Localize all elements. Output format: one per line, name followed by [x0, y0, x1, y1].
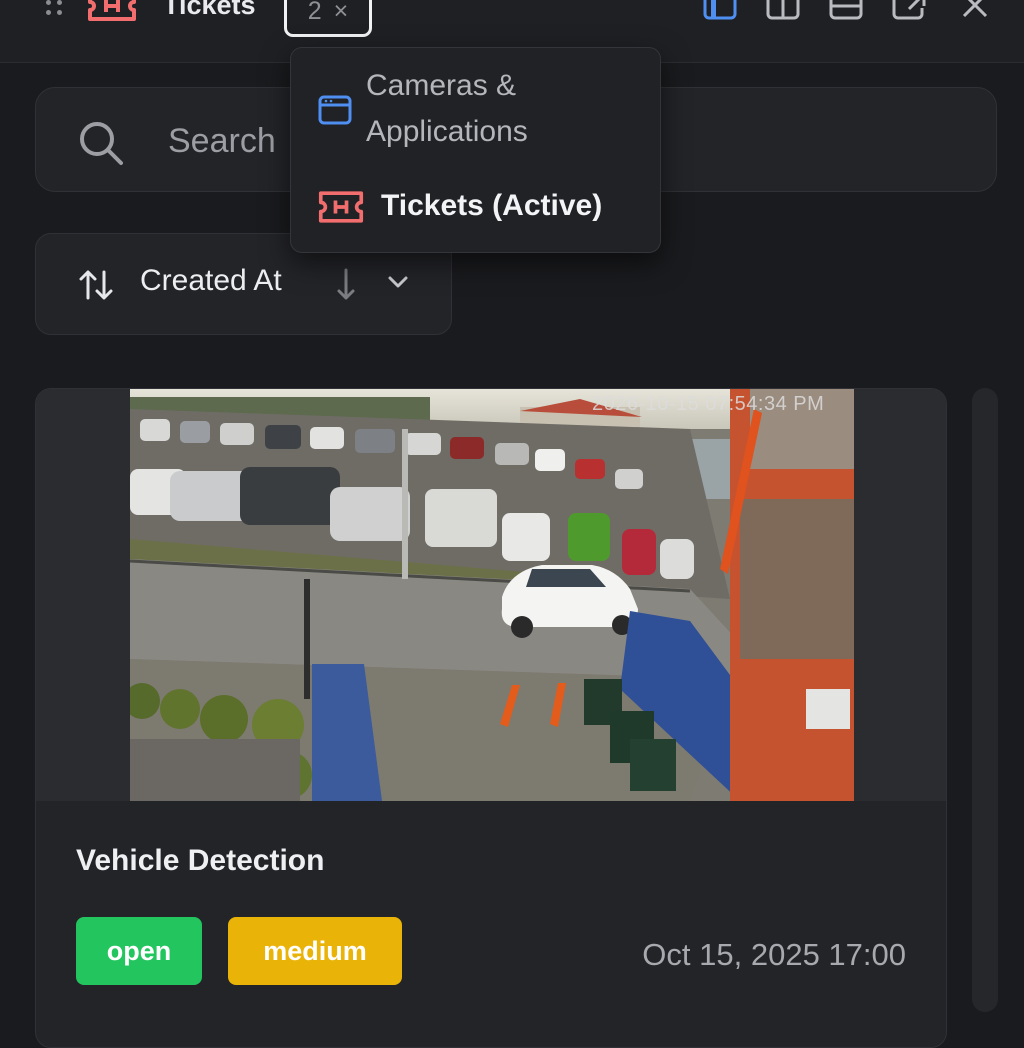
close-small-icon[interactable]: ×: [334, 0, 349, 26]
ticket-date: Oct 15, 2025 17:00: [642, 937, 906, 972]
split-vertical-icon[interactable]: [766, 0, 800, 20]
menu-item-label: Tickets (Active): [381, 189, 603, 222]
scrollbar[interactable]: [972, 388, 998, 1012]
ticket-icon: [318, 190, 364, 224]
arrow-down-icon[interactable]: [336, 268, 356, 307]
menu-item-tickets-active[interactable]: Tickets (Active): [291, 182, 660, 234]
close-icon[interactable]: [958, 0, 992, 20]
camera-timestamp: 2026-10-15 07:54:34 PM: [592, 393, 825, 415]
ticket-card[interactable]: 2026-10-15 07:54:34 PM Vehicle Detection…: [35, 388, 947, 1048]
tab-count-selector[interactable]: 2 ×: [284, 0, 372, 37]
menu-item-label: Cameras &: [366, 69, 517, 102]
menu-item-cameras-applications[interactable]: Cameras & Applications: [291, 62, 660, 162]
browser-window-icon: [318, 95, 352, 125]
tab-dropdown-menu: Cameras & Applications Tickets (Active): [290, 47, 661, 253]
pop-out-icon[interactable]: [892, 0, 926, 20]
chevron-down-icon[interactable]: [386, 274, 410, 295]
camera-snapshot: 2026-10-15 07:54:34 PM: [36, 389, 946, 801]
split-horizontal-icon[interactable]: [829, 0, 863, 20]
split-left-icon[interactable]: [703, 0, 737, 20]
menu-item-label: Applications: [366, 115, 528, 148]
drag-handle-icon[interactable]: [44, 0, 66, 18]
camera-snapshot-image: [130, 389, 854, 801]
search-icon: [78, 120, 124, 171]
status-badge: open: [76, 917, 202, 985]
sort-icon: [78, 268, 114, 307]
panel-title: Tickets: [163, 0, 256, 20]
priority-badge: medium: [228, 917, 402, 985]
sort-label: Created At: [140, 264, 282, 297]
tab-count: 2: [307, 0, 322, 25]
ticket-icon: [87, 0, 137, 22]
ticket-title: Vehicle Detection: [76, 844, 325, 877]
